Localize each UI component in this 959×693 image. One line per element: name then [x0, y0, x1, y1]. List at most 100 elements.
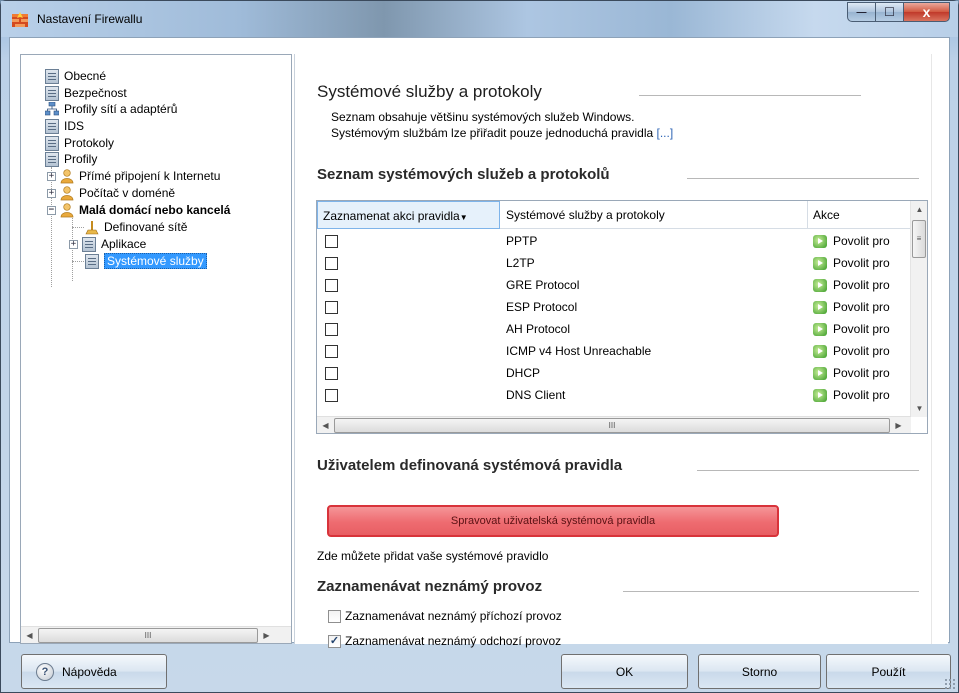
log-checkbox[interactable] [325, 345, 338, 358]
log-outgoing-option[interactable]: ✓ Zaznamenávat neznámý odchozí provoz [328, 634, 561, 648]
services-grid: Zaznamenat akci pravidla▼ Systémové služ… [316, 200, 928, 434]
table-row[interactable]: PPTP Povolit pro [317, 230, 911, 252]
tree-item-label: Přímé připojení k Internetu [79, 169, 221, 183]
dropdown-arrow-icon: ▼ [459, 213, 468, 222]
document-icon [45, 118, 59, 134]
document-icon [45, 135, 59, 151]
tree-item-domain-computer[interactable]: + Počítač v doméně [47, 185, 175, 201]
log-checkbox[interactable] [325, 367, 338, 380]
tree-item-system-services[interactable]: Systémové služby [85, 253, 207, 269]
scroll-thumb[interactable]: III [334, 417, 890, 433]
panel-scrollbar[interactable] [931, 54, 948, 644]
user-icon [60, 202, 74, 217]
action-label: Povolit pro [833, 300, 890, 314]
log-checkbox[interactable] [325, 323, 338, 336]
table-row[interactable]: AH Protocol Povolit pro [317, 318, 911, 340]
user-icon [60, 168, 74, 183]
tree-item-defined-networks[interactable]: Definované sítě [85, 219, 187, 235]
column-header-log[interactable]: Zaznamenat akci pravidla▼ [317, 201, 500, 229]
log-checkbox[interactable] [325, 279, 338, 292]
scroll-left-icon[interactable]: ◀ [317, 417, 334, 434]
action-cell[interactable]: Povolit pro [813, 256, 890, 270]
tree-item-small-office[interactable]: − Malá domácí nebo kancelá [47, 202, 230, 218]
scroll-up-icon[interactable]: ▲ [911, 201, 927, 218]
minimize-button[interactable]: — [847, 2, 875, 22]
column-header-service-label: Systémové služby a protokoly [506, 208, 665, 222]
grid-vertical-scrollbar[interactable]: ▲ ≡ ▼ [910, 201, 927, 417]
column-header-action[interactable]: Akce [808, 201, 911, 229]
help-icon: ? [36, 662, 54, 681]
unknown-traffic-title: Zaznamenávat neznámý provoz [317, 578, 543, 595]
table-row[interactable]: DNS Client Povolit pro [317, 384, 911, 406]
manage-user-rules-button[interactable]: Spravovat uživatelská systémová pravidla [327, 505, 779, 537]
firewall-settings-window: Nastavení Firewallu — ☐ x Obecné Bezpečn… [0, 0, 959, 693]
log-checkbox[interactable] [325, 301, 338, 314]
action-cell[interactable]: Povolit pro [813, 300, 890, 314]
tree-item-applications[interactable]: + Aplikace [69, 236, 146, 252]
close-button[interactable]: x [903, 2, 950, 22]
title-bar[interactable]: Nastavení Firewallu — ☐ x [1, 1, 958, 37]
tree-item-label: IDS [64, 119, 85, 133]
log-incoming-option[interactable]: Zaznamenávat neznámý příchozí provoz [328, 609, 562, 623]
action-cell[interactable]: Povolit pro [813, 366, 890, 380]
action-label: Povolit pro [833, 322, 890, 336]
scroll-thumb[interactable]: III [38, 627, 258, 643]
log-checkbox[interactable] [325, 257, 338, 270]
grid-horizontal-scrollbar[interactable]: ◀ III ▶ [317, 416, 911, 433]
cancel-button[interactable]: Storno [698, 654, 821, 689]
scroll-right-icon[interactable]: ▶ [258, 627, 275, 644]
tree-item-ids[interactable]: IDS [45, 118, 84, 134]
allow-icon [813, 322, 827, 336]
table-row[interactable]: ESP Protocol Povolit pro [317, 296, 911, 318]
tree-item-profily[interactable]: Profily [45, 151, 97, 167]
user-rules-title: Uživatelem definovaná systémová pravidla [317, 457, 623, 474]
help-button[interactable]: ? Nápověda [21, 654, 167, 689]
action-cell[interactable]: Povolit pro [813, 278, 890, 292]
expand-icon[interactable]: + [69, 239, 78, 249]
expand-icon[interactable]: + [47, 188, 56, 198]
log-checkbox[interactable] [325, 389, 338, 402]
scroll-right-icon[interactable]: ▶ [890, 417, 907, 434]
user-rules-divider [697, 470, 919, 471]
log-outgoing-label: Zaznamenávat neznámý odchozí provoz [345, 634, 562, 648]
table-row[interactable]: DHCP Povolit pro [317, 362, 911, 384]
column-header-log-label: Zaznamenat akci pravidla [323, 209, 460, 223]
ok-button[interactable]: OK [561, 654, 688, 689]
table-row[interactable]: L2TP Povolit pro [317, 252, 911, 274]
log-incoming-checkbox[interactable] [328, 609, 341, 623]
document-icon [45, 85, 59, 101]
tree-item-direct-internet[interactable]: + Přímé připojení k Internetu [47, 168, 220, 184]
resize-grip[interactable] [944, 678, 956, 690]
tree-item-label: Definované sítě [104, 220, 188, 234]
action-cell[interactable]: Povolit pro [813, 344, 890, 358]
ok-button-label: OK [615, 664, 634, 679]
scroll-thumb-grip: III [144, 630, 152, 640]
apply-button[interactable]: Použít [826, 654, 951, 689]
maximize-icon: ☐ [884, 5, 895, 19]
action-cell[interactable]: Povolit pro [813, 388, 890, 402]
log-incoming-label: Zaznamenávat neznámý příchozí provoz [345, 609, 562, 623]
column-header-service[interactable]: Systémové služby a protokoly [501, 201, 808, 229]
tree-item-network-profiles[interactable]: Profily sítí a adaptérů [45, 101, 177, 117]
tree-horizontal-scrollbar[interactable]: ◀ III ▶ [21, 626, 291, 643]
table-row[interactable]: GRE Protocol Povolit pro [317, 274, 911, 296]
scroll-left-icon[interactable]: ◀ [21, 627, 38, 644]
title-divider [639, 95, 861, 96]
document-icon [45, 151, 59, 167]
collapse-icon[interactable]: − [47, 205, 56, 215]
apply-button-label: Použít [871, 664, 906, 679]
tree-item-obecne[interactable]: Obecné [45, 68, 106, 84]
expand-icon[interactable]: + [47, 171, 56, 181]
log-checkbox[interactable] [325, 235, 338, 248]
action-label: Povolit pro [833, 388, 890, 402]
tree-item-protokoly[interactable]: Protokoly [45, 135, 114, 151]
action-cell[interactable]: Povolit pro [813, 322, 890, 336]
more-info-link[interactable]: [...] [657, 126, 674, 140]
log-outgoing-checkbox[interactable]: ✓ [328, 634, 341, 648]
scroll-down-icon[interactable]: ▼ [911, 400, 927, 417]
maximize-button[interactable]: ☐ [875, 2, 903, 22]
table-row[interactable]: ICMP v4 Host Unreachable Povolit pro [317, 340, 911, 362]
scroll-thumb[interactable]: ≡ [912, 220, 926, 258]
action-cell[interactable]: Povolit pro [813, 234, 890, 248]
tree-item-bezpecnost[interactable]: Bezpečnost [45, 85, 127, 101]
